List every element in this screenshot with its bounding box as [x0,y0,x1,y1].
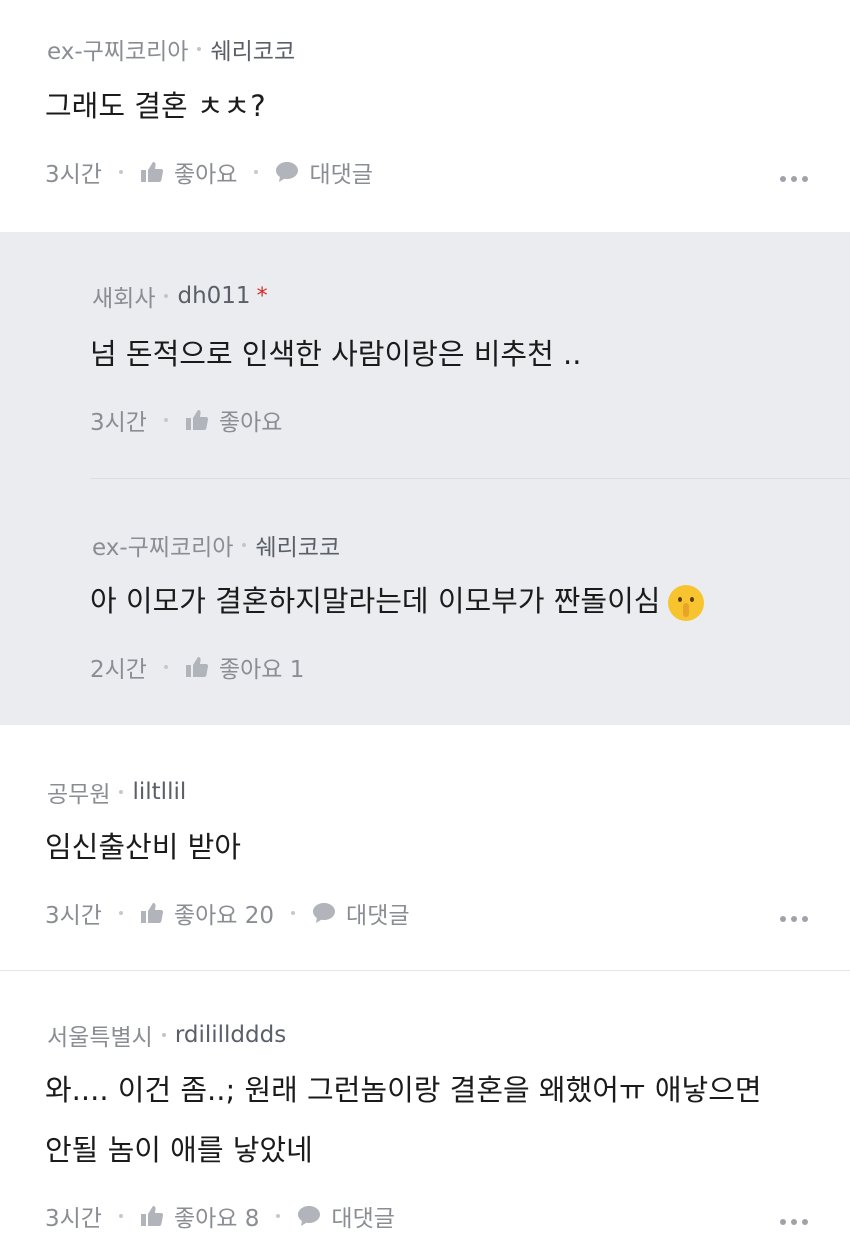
timestamp: 3시간 [90,410,147,436]
comment-1: ex-구찌코리아 쉐리코코 그래도 결혼 ㅊㅊ? 3시간 좋아요 대댓글 [0,0,850,232]
thumbs-up-icon [140,1206,163,1226]
meta-separator [161,1033,166,1037]
reply-button[interactable]: 대댓글 [297,1199,395,1233]
comment-text: 임신출산비 받아 [45,830,241,864]
comment-text: 그래도 결혼 ㅊㅊ? [45,89,266,123]
reply-text: 넘 돈적으로 인색한 사람이랑은 비추천 .. [90,337,582,371]
reply-actions: 2시간 좋아요 1 [90,650,304,684]
reply-actions: 3시간 좋아요 [90,403,282,437]
action-separator [118,170,123,174]
nickname[interactable]: dh011 [177,283,250,309]
action-separator [163,665,168,669]
comment-5: 서울특별시 rdilillddds 와.... 이건 좀..; 원래 그런놈이랑… [0,970,850,1260]
comment-actions: 3시간 좋아요 20 대댓글 [45,896,410,930]
comment-4: 공무원 liltllil 임신출산비 받아 3시간 좋아요 20 대댓글 [0,725,850,970]
shushing-face-icon [668,585,705,621]
comment-meta: 공무원 liltllil [47,775,186,809]
action-separator [291,911,296,915]
meta-separator [164,294,169,298]
reply-label: 대댓글 [331,1206,395,1232]
company-name: 공무원 [47,782,111,808]
reply-thread: 새회사 dh011 * 넘 돈적으로 인색한 사람이랑은 비추천 .. 3시간 … [0,232,850,725]
reply-meta: ex-구찌코리아 쉐리코코 [92,528,340,562]
like-button[interactable]: 좋아요 [140,155,237,189]
company-name: ex-구찌코리아 [47,39,189,65]
reply-label: 대댓글 [309,162,373,188]
comment-text-line-1: 와.... 이건 좀..; 원래 그런놈이랑 결혼을 왜했어ㅠ 애낳으면 [45,1073,762,1107]
action-separator [118,911,123,915]
company-name: 서울특별시 [47,1025,153,1051]
thumbs-up-icon [140,162,163,182]
reply-label: 대댓글 [346,903,410,929]
thumbs-up-icon [140,903,163,923]
more-dots-icon [780,176,786,182]
comment-text-line-2: 안될 놈이 애를 낳았네 [45,1133,313,1167]
thumbs-up-icon [185,657,208,677]
like-button[interactable]: 좋아요 [185,403,282,437]
meta-separator [242,543,247,547]
speech-bubble-icon [298,1206,321,1226]
author-mark: * [256,283,268,309]
more-dots-icon [780,916,786,922]
reply-divider [90,478,850,479]
more-dots-icon [780,1219,786,1225]
reply-text: 아 이모가 결혼하지말라는데 이모부가 짠돌이심 [90,575,705,627]
action-separator [163,418,168,422]
timestamp: 3시간 [45,162,102,188]
speech-bubble-icon [313,903,336,923]
timestamp: 3시간 [45,1206,102,1232]
like-label: 좋아요 8 [173,1206,260,1232]
comment-meta: 서울특별시 rdilillddds [47,1018,286,1052]
reply-text-content: 아 이모가 결혼하지말라는데 이모부가 짠돌이심 [90,584,661,618]
like-label: 좋아요 [173,162,238,188]
more-options-button[interactable] [780,916,808,922]
company-name: ex-구찌코리아 [92,535,234,561]
timestamp: 3시간 [45,903,102,929]
nickname[interactable]: rdilillddds [175,1022,286,1048]
reply-button[interactable]: 대댓글 [275,155,373,189]
reply-meta: 새회사 dh011 * [92,279,268,313]
like-button[interactable]: 좋아요 20 [140,896,274,930]
nickname[interactable]: liltllil [132,779,186,805]
meta-separator [119,790,124,794]
like-label: 좋아요 [218,410,283,436]
like-button[interactable]: 좋아요 1 [185,650,304,684]
action-separator [254,170,259,174]
more-options-button[interactable] [780,176,808,182]
like-button[interactable]: 좋아요 8 [140,1199,259,1233]
comment-actions: 3시간 좋아요 8 대댓글 [45,1199,395,1233]
speech-bubble-icon [276,162,299,182]
company-name: 새회사 [92,286,156,312]
action-separator [276,1214,281,1218]
nickname[interactable]: 쉐리코코 [255,528,340,562]
like-label: 좋아요 1 [218,657,305,683]
thumbs-up-icon [185,410,208,430]
action-separator [118,1214,123,1218]
timestamp: 2시간 [90,657,147,683]
comment-actions: 3시간 좋아요 대댓글 [45,155,373,189]
comment-meta: ex-구찌코리아 쉐리코코 [47,32,295,66]
meta-separator [197,47,202,51]
nickname[interactable]: 쉐리코코 [210,32,295,66]
reply-button[interactable]: 대댓글 [312,896,410,930]
like-label: 좋아요 20 [173,903,275,929]
more-options-button[interactable] [780,1219,808,1225]
